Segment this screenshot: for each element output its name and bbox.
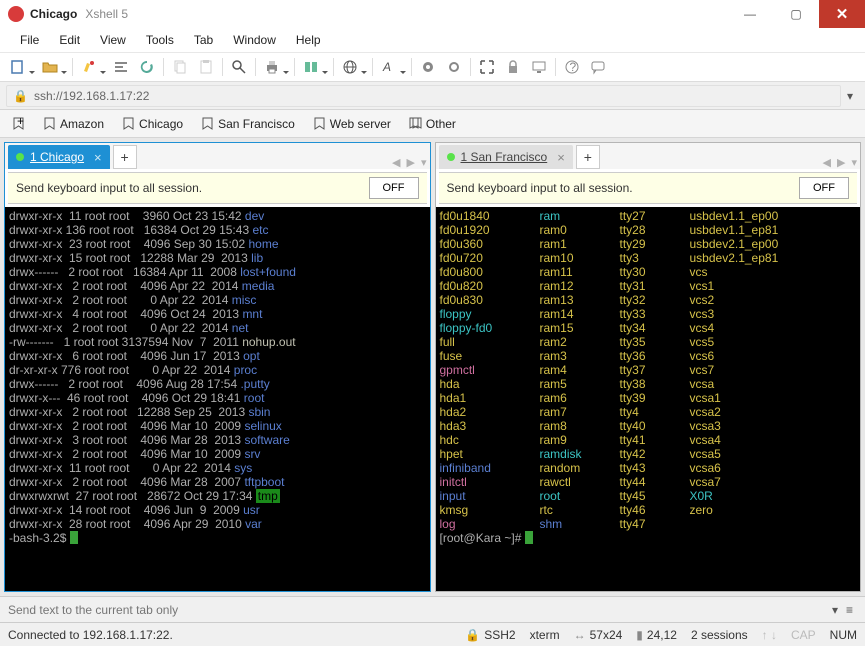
open-session-button[interactable] xyxy=(38,55,68,79)
menu-help[interactable]: Help xyxy=(286,30,331,50)
pane-chicago: 1 Chicago × + ◀ ▶ ▾ Send keyboard input … xyxy=(4,142,431,592)
status-size: ↔57x24 xyxy=(574,628,623,642)
copy-button[interactable] xyxy=(168,55,192,79)
tab-close-icon[interactable]: × xyxy=(557,150,565,165)
terminal-chicago[interactable]: drwxr-xr-x 11 root root 3960 Oct 23 15:4… xyxy=(5,207,430,591)
status-pos: ▮24,12 xyxy=(636,628,677,642)
tab-label: 1 Chicago xyxy=(30,150,84,164)
print-button[interactable] xyxy=(260,55,290,79)
address-text: ssh://192.168.1.17:22 xyxy=(34,89,149,103)
chat-button[interactable] xyxy=(586,55,610,79)
tab-close-icon[interactable]: × xyxy=(94,150,102,165)
svg-text:A: A xyxy=(382,60,391,74)
menu-file[interactable]: File xyxy=(10,30,49,50)
address-input[interactable]: 🔒 ssh://192.168.1.17:22 xyxy=(6,85,841,107)
tab-sanfrancisco[interactable]: 1 San Francisco × xyxy=(439,145,573,169)
bookmark-bar: + Amazon Chicago San Francisco Web server Ot… xyxy=(0,110,865,138)
menu-tab[interactable]: Tab xyxy=(184,30,223,50)
gear-icon[interactable] xyxy=(416,55,440,79)
refresh-button[interactable] xyxy=(135,55,159,79)
lock-icon: 🔒 xyxy=(465,628,480,642)
menubar: FileEditViewToolsTabWindowHelp xyxy=(0,28,865,52)
status-num: NUM xyxy=(830,628,857,642)
compose-bar: ▾ ≡ xyxy=(0,596,865,622)
app-icon xyxy=(8,6,24,22)
status-connection: Connected to 192.168.1.17:22. xyxy=(8,628,173,642)
tab-label: 1 San Francisco xyxy=(461,150,548,164)
fullscreen-button[interactable] xyxy=(475,55,499,79)
status-dot-icon xyxy=(447,153,455,161)
titlebar: Chicago Xshell 5 — ▢ ✕ xyxy=(0,0,865,28)
compose-menu-icon[interactable]: ≡ xyxy=(842,603,857,617)
compose-dropdown[interactable]: ▾ xyxy=(828,603,842,617)
bookmark-new[interactable]: + xyxy=(6,114,31,133)
cursor-icon: ▮ xyxy=(636,628,643,642)
broadcast-toggle[interactable]: OFF xyxy=(799,177,849,199)
panes-container: 1 Chicago × + ◀ ▶ ▾ Send keyboard input … xyxy=(0,138,865,596)
bookmark-chicago[interactable]: Chicago xyxy=(116,114,189,134)
tab-next-button[interactable]: ▶ xyxy=(834,156,848,169)
broadcast-toggle[interactable]: OFF xyxy=(369,177,419,199)
menu-tools[interactable]: Tools xyxy=(136,30,184,50)
lock-small-icon: 🔒 xyxy=(13,89,28,103)
globe-button[interactable] xyxy=(338,55,368,79)
bookmark-web-server[interactable]: Web server xyxy=(307,114,397,134)
new-session-button[interactable] xyxy=(6,55,36,79)
compose-input[interactable] xyxy=(8,603,828,617)
tab-next-button[interactable]: ▶ xyxy=(404,156,418,169)
tab-add-button[interactable]: + xyxy=(113,145,137,169)
status-dot-icon xyxy=(16,153,24,161)
format-button[interactable] xyxy=(109,55,133,79)
tab-add-button[interactable]: + xyxy=(576,145,600,169)
help-button[interactable]: ? xyxy=(560,55,584,79)
status-bar: Connected to 192.168.1.17:22. 🔒SSH2 xter… xyxy=(0,622,865,646)
toolbar: A ? xyxy=(0,52,865,82)
menu-window[interactable]: Window xyxy=(223,30,286,50)
svg-text:?: ? xyxy=(570,60,577,74)
terminal-sanfrancisco[interactable]: fd0u1840ramtty27usbdev1.1_ep00fd0u1920ra… xyxy=(436,207,861,591)
screen-button[interactable] xyxy=(527,55,551,79)
broadcast-banner: Send keyboard input to all session. OFF xyxy=(439,172,858,204)
find-button[interactable] xyxy=(227,55,251,79)
bookmark-amazon[interactable]: Amazon xyxy=(37,114,110,134)
lock-icon[interactable] xyxy=(501,55,525,79)
menu-view[interactable]: View xyxy=(90,30,136,50)
tab-prev-button[interactable]: ◀ xyxy=(389,156,403,169)
tab-row-right: 1 San Francisco × + ◀ ▶ ▾ xyxy=(436,143,861,169)
tab-menu-button[interactable]: ▾ xyxy=(418,156,430,169)
status-arrows: ↑ ↓ xyxy=(762,628,777,642)
font-button[interactable]: A xyxy=(377,55,407,79)
paste-button[interactable] xyxy=(194,55,218,79)
status-cap: CAP xyxy=(791,628,816,642)
tab-row-left: 1 Chicago × + ◀ ▶ ▾ xyxy=(5,143,430,169)
tab-prev-button[interactable]: ◀ xyxy=(820,156,834,169)
transfer-button[interactable] xyxy=(299,55,329,79)
address-dropdown[interactable]: ▾ xyxy=(841,89,859,103)
svg-text:+: + xyxy=(17,117,24,128)
window-title: Chicago xyxy=(30,7,77,21)
maximize-button[interactable]: ▢ xyxy=(773,0,819,28)
minimize-button[interactable]: — xyxy=(727,0,773,28)
window-subtitle: Xshell 5 xyxy=(85,7,128,21)
tab-chicago[interactable]: 1 Chicago × xyxy=(8,145,110,169)
bookmark-other[interactable]: Other xyxy=(403,114,462,134)
status-term: xterm xyxy=(530,628,560,642)
banner-text: Send keyboard input to all session. xyxy=(16,181,369,195)
tab-menu-button[interactable]: ▾ xyxy=(848,156,860,169)
tools-button[interactable] xyxy=(442,55,466,79)
broadcast-banner: Send keyboard input to all session. OFF xyxy=(8,172,427,204)
pane-sanfrancisco: 1 San Francisco × + ◀ ▶ ▾ Send keyboard … xyxy=(435,142,862,592)
close-button[interactable]: ✕ xyxy=(819,0,865,28)
status-sessions: 2 sessions xyxy=(691,628,748,642)
resize-icon: ↔ xyxy=(574,628,586,642)
bookmark-san-francisco[interactable]: San Francisco xyxy=(195,114,301,134)
banner-text: Send keyboard input to all session. xyxy=(447,181,800,195)
menu-edit[interactable]: Edit xyxy=(49,30,90,50)
highlight-button[interactable] xyxy=(77,55,107,79)
status-protocol: 🔒SSH2 xyxy=(465,628,515,642)
address-bar: 🔒 ssh://192.168.1.17:22 ▾ xyxy=(0,82,865,110)
